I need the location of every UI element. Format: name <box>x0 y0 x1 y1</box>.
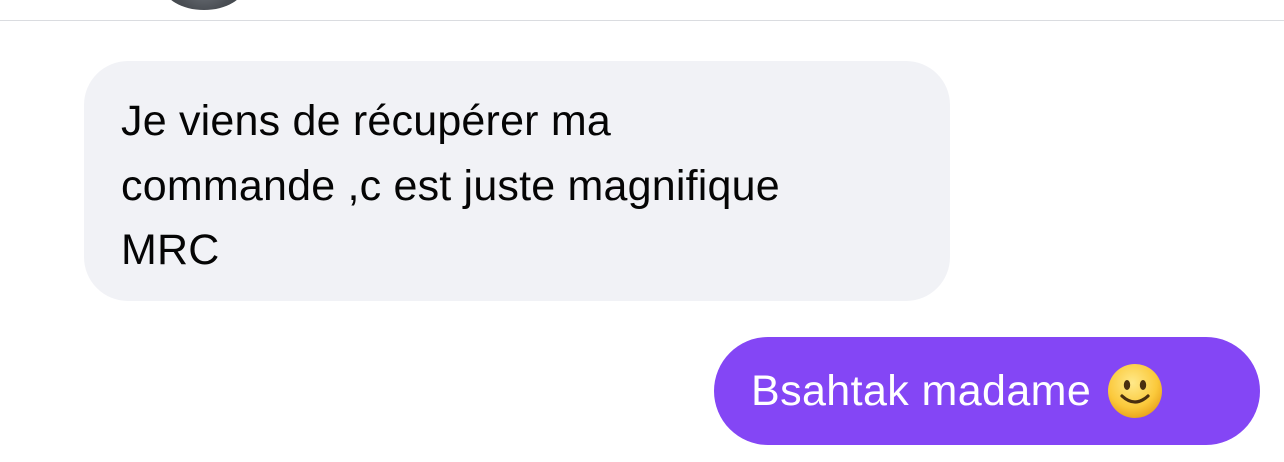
incoming-message-line: Je viens de récupérer ma <box>121 97 611 145</box>
outgoing-message-bubble[interactable]: Bsahtak madame <box>714 337 1260 445</box>
incoming-message-line: commande ,c est juste magnifique <box>121 161 780 210</box>
outgoing-message-text: Bsahtak madame <box>751 366 1092 415</box>
chat-screen: Je viens de récupérer ma commande ,c est… <box>0 0 1284 462</box>
header-divider <box>0 20 1284 21</box>
slightly-smiling-face-icon <box>1108 364 1163 418</box>
incoming-message-line: MRC <box>121 226 220 274</box>
avatar[interactable] <box>163 0 245 10</box>
incoming-message-bubble[interactable]: Je viens de récupérer ma commande ,c est… <box>84 61 950 301</box>
